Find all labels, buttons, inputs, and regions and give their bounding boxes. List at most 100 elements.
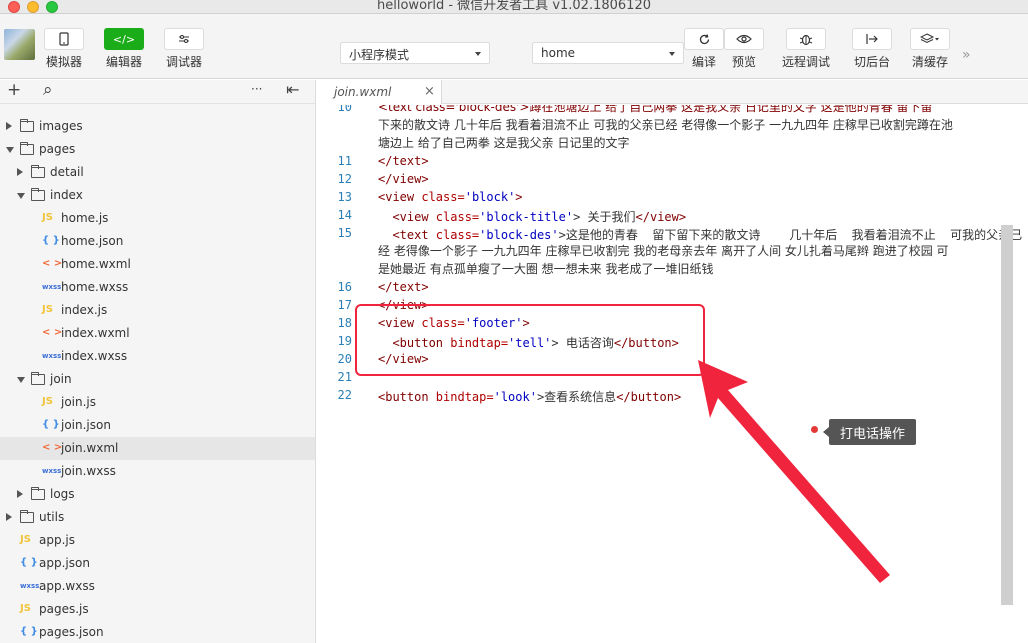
editor-button[interactable]: </> 编辑器 [104,28,144,70]
add-icon[interactable]: + [7,80,21,100]
tab-join-wxml[interactable]: join.wxml × [316,80,442,104]
tree-item-label: pages [39,142,76,156]
file-item[interactable]: { } home.json [0,230,315,253]
line-number: 21 [337,370,352,384]
page-select-value: home [541,46,576,60]
code-line: </view> [378,172,429,186]
folder-item[interactable]: join [0,368,315,391]
compile-label: 编译 [691,55,716,69]
file-item[interactable]: wxss app.wxss [0,575,315,598]
file-item[interactable]: { } join.json [0,414,315,437]
tree-item-label: utils [39,510,65,524]
file-item[interactable]: JS index.js [0,299,315,322]
file-item[interactable]: { } app.json [0,552,315,575]
file-item[interactable]: < > home.wxml [0,253,315,276]
exit-icon [852,28,892,50]
overflow-icon[interactable]: » [962,47,971,63]
simulator-button[interactable]: 模拟器 [44,28,84,70]
file-item[interactable]: < > index.wxml [0,322,315,345]
chevron-down-icon [669,52,675,56]
file-item[interactable]: < > join.wxml [0,437,315,460]
chevron-right-icon[interactable] [6,513,12,521]
code-line: <text class='block-des'>这是他的青春 留下留下来的散文诗… [378,228,1023,242]
close-icon[interactable]: × [424,84,435,99]
debugger-button[interactable]: 调试器 [164,28,204,70]
tree-item-label: app.js [39,533,75,547]
folder-item[interactable]: detail [0,161,315,184]
folder-item[interactable]: pages [0,138,315,161]
code-line: <text class='block-des'>蹲在池塘边上 给了自己两拳 这是… [378,105,933,114]
wxml-file-icon: < > [42,327,63,338]
json-file-icon: { } [42,235,60,246]
file-item[interactable]: { } pages.json [0,621,315,643]
title-bar: helloworld - 微信开发者工具 v1.02.1806120 [0,0,1028,14]
tree-item-label: home.wxml [61,257,131,271]
phone-icon [44,28,84,50]
chevron-right-icon[interactable] [17,490,23,498]
folder-icon [31,372,45,385]
wxss-file-icon: wxss [20,582,40,590]
editor-scrollbar[interactable] [1001,225,1013,605]
clear-cache-button[interactable]: 清缓存 [910,28,950,70]
search-icon[interactable]: ⌕ [43,80,53,100]
chevron-down-icon[interactable] [17,193,25,199]
line-number: 10 [337,105,352,114]
annotation-dot [811,426,818,433]
refresh-icon [684,28,724,50]
js-file-icon: JS [42,212,53,223]
tree-item-label: home.json [61,234,124,248]
preview-button[interactable]: 预览 [724,28,764,70]
js-file-icon: JS [20,534,31,545]
tree-item-label: app.json [39,556,90,570]
chevron-down-icon[interactable] [17,377,25,383]
preview-label: 预览 [731,55,756,69]
folder-item[interactable]: images [0,115,315,138]
folder-icon [20,119,34,132]
compile-button[interactable]: 编译 [684,28,724,70]
line-number: 13 [337,190,352,204]
highlight-box [355,304,705,376]
file-item[interactable]: JS pages.js [0,598,315,621]
file-item[interactable]: wxss home.wxss [0,276,315,299]
folder-icon [31,487,45,500]
file-item[interactable]: JS join.js [0,391,315,414]
folder-item[interactable]: index [0,184,315,207]
layers-icon [910,28,950,50]
file-item[interactable]: wxss join.wxss [0,460,315,483]
folder-item[interactable]: logs [0,483,315,506]
chevron-down-icon [475,52,481,56]
remote-debug-button[interactable]: 远程调试 [782,28,830,70]
tree-item-label: join [50,372,72,386]
code-line: <view class='block-title'> 关于我们</view> [378,210,687,224]
mode-select[interactable]: 小程序模式 [340,42,490,64]
file-item[interactable]: JS home.js [0,207,315,230]
sliders-icon [164,28,204,50]
chevron-down-icon[interactable] [6,147,14,153]
mode-select-value: 小程序模式 [349,48,410,62]
file-item[interactable]: JS app.js [0,529,315,552]
code-line: <view class='block'> [378,190,523,204]
window-title: helloworld - 微信开发者工具 v1.02.1806120 [377,0,651,13]
folder-item[interactable]: utils [0,506,315,529]
folder-icon [31,165,45,178]
code-line: <button bindtap='look'>查看系统信息</button> [378,390,682,404]
code-icon: </> [104,28,144,50]
line-number: 18 [337,316,352,330]
background-button[interactable]: 切后台 [852,28,892,70]
toolbar: 模拟器 </> 编辑器 调试器 小程序模式 home 编译 预览 远程调试 切后… [0,14,1028,79]
page-select[interactable]: home [532,42,684,64]
line-number: 12 [337,172,352,186]
json-file-icon: { } [20,626,38,637]
more-icon[interactable]: ··· [251,82,262,96]
tree-item-label: index.wxss [61,349,128,363]
file-item[interactable]: wxss index.wxss [0,345,315,368]
tree-item-label: index [50,188,83,202]
eye-icon [724,28,764,50]
avatar[interactable] [4,29,35,60]
tree-item-label: home.wxss [61,280,129,294]
wxml-file-icon: < > [42,258,63,269]
collapse-sidebar-icon[interactable]: ⇤ [286,80,299,99]
chevron-right-icon[interactable] [6,122,12,130]
annotation-tooltip: 打电话操作 [822,419,917,445]
chevron-right-icon[interactable] [17,168,23,176]
